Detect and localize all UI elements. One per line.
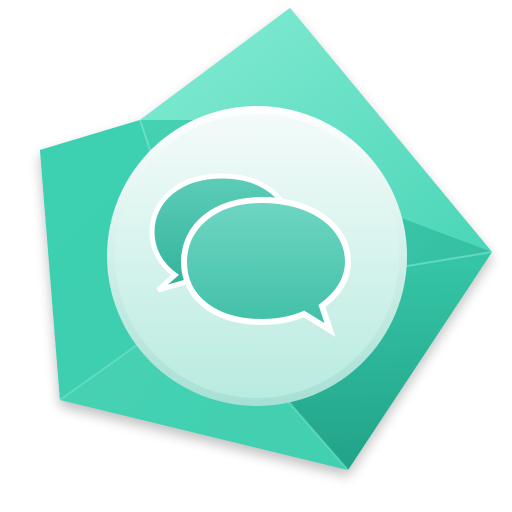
messages-app-icon[interactable] <box>0 0 512 512</box>
